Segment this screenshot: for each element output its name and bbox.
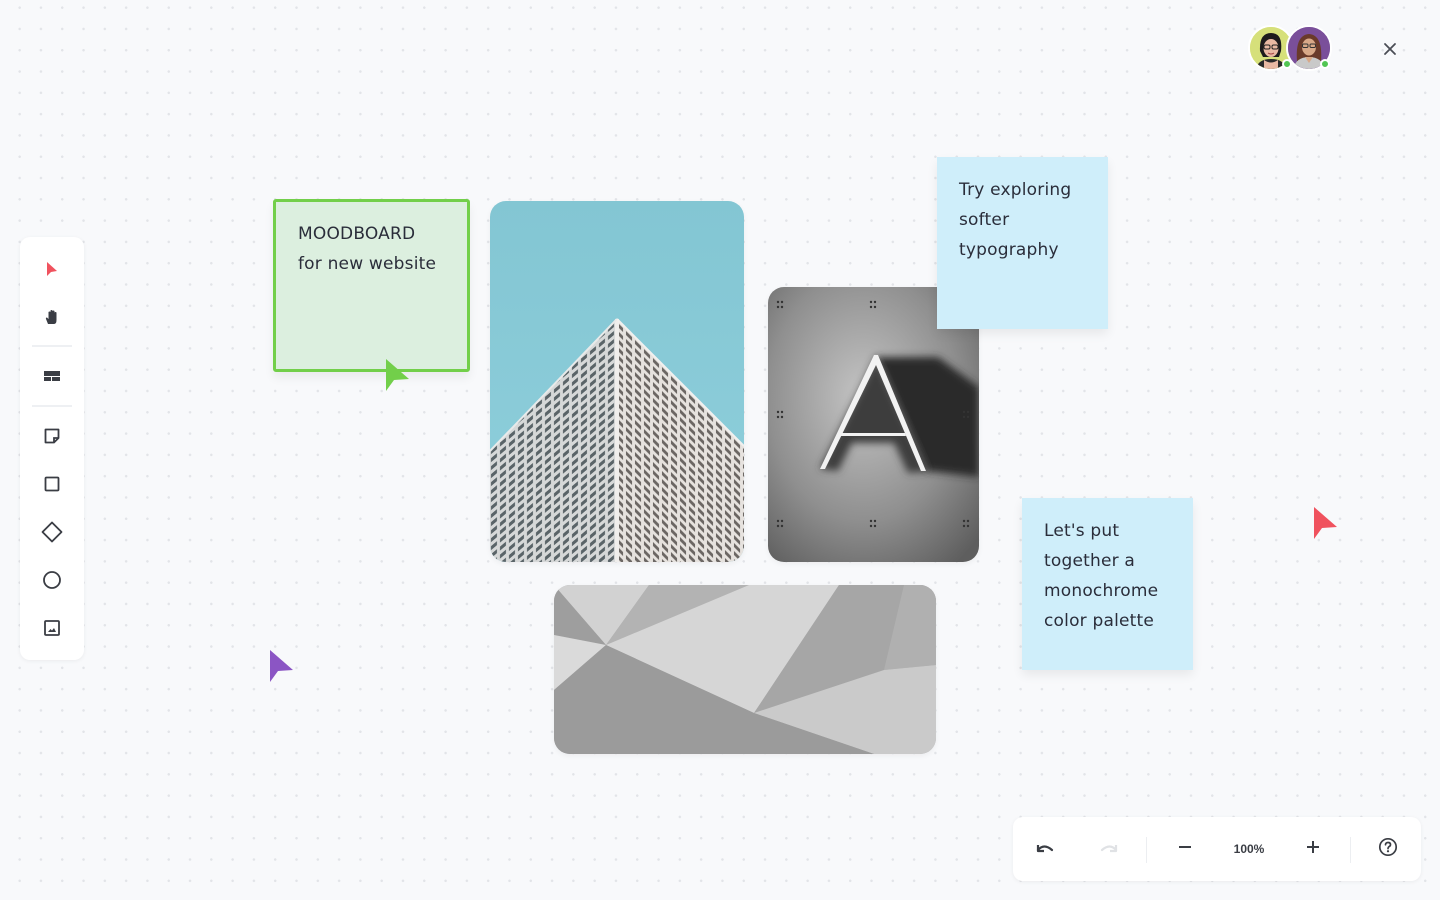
sticky-note-icon <box>43 427 61 445</box>
purple-cursor <box>269 649 295 687</box>
undo-icon <box>1034 840 1056 859</box>
typography-note[interactable]: Try exploring softer typography <box>937 157 1108 329</box>
select-tool[interactable] <box>32 249 72 289</box>
note-line: together a <box>1044 551 1136 571</box>
template-tool[interactable] <box>32 356 72 396</box>
tool-palette <box>20 237 84 660</box>
note-line: for new website <box>298 254 437 274</box>
polygon-image[interactable] <box>554 585 936 754</box>
diamond-tool[interactable] <box>32 512 72 552</box>
note-line: Let's put <box>1044 521 1120 541</box>
toolbar-divider <box>32 345 72 347</box>
help-icon <box>1378 837 1398 861</box>
pointer-icon <box>44 260 60 278</box>
note-line: Try exploring <box>959 180 1072 200</box>
zoom-level-value: 100% <box>1233 842 1265 856</box>
whiteboard-canvas[interactable]: MOODBOARD for new website Try exploring … <box>0 0 1440 900</box>
note-line: MOODBOARD <box>298 224 416 244</box>
building-image[interactable] <box>490 201 744 562</box>
redo-icon <box>1098 840 1120 859</box>
note-line: softer <box>959 210 1010 230</box>
circle-icon <box>42 570 62 590</box>
help-button[interactable] <box>1372 833 1404 865</box>
close-icon <box>1383 41 1397 60</box>
diamond-icon <box>41 521 63 543</box>
note-line: monochrome <box>1044 581 1159 601</box>
history-zoom-controls: 100% <box>1013 817 1421 881</box>
controls-divider <box>1350 837 1351 863</box>
circle-tool[interactable] <box>32 560 72 600</box>
rectangle-tool[interactable] <box>32 464 72 504</box>
close-button[interactable] <box>1378 38 1402 62</box>
image-icon <box>43 619 61 637</box>
sticky-note-tool[interactable] <box>32 416 72 456</box>
zoom-in-button[interactable] <box>1297 833 1329 865</box>
hand-icon <box>43 308 61 326</box>
controls-divider <box>1146 837 1147 863</box>
minus-icon <box>1177 839 1193 859</box>
online-indicator <box>1282 59 1292 69</box>
green-cursor <box>385 358 411 396</box>
note-line: typography <box>959 240 1059 260</box>
undo-button[interactable] <box>1029 833 1061 865</box>
palette-note[interactable]: Let's put together a monochrome color pa… <box>1022 498 1193 670</box>
redo-button[interactable] <box>1093 833 1125 865</box>
zoom-level[interactable]: 100% <box>1221 833 1277 865</box>
zoom-out-button[interactable] <box>1169 833 1201 865</box>
online-indicator <box>1320 59 1330 69</box>
toolbar-divider <box>32 405 72 407</box>
note-line: color palette <box>1044 611 1155 631</box>
moodboard-note[interactable]: MOODBOARD for new website <box>273 199 470 372</box>
collaborators <box>1248 25 1332 71</box>
square-icon <box>43 475 61 493</box>
image-tool[interactable] <box>32 608 72 648</box>
plus-icon <box>1305 839 1321 859</box>
red-cursor <box>1313 506 1339 544</box>
hand-tool[interactable] <box>32 297 72 337</box>
layout-icon <box>43 369 61 383</box>
